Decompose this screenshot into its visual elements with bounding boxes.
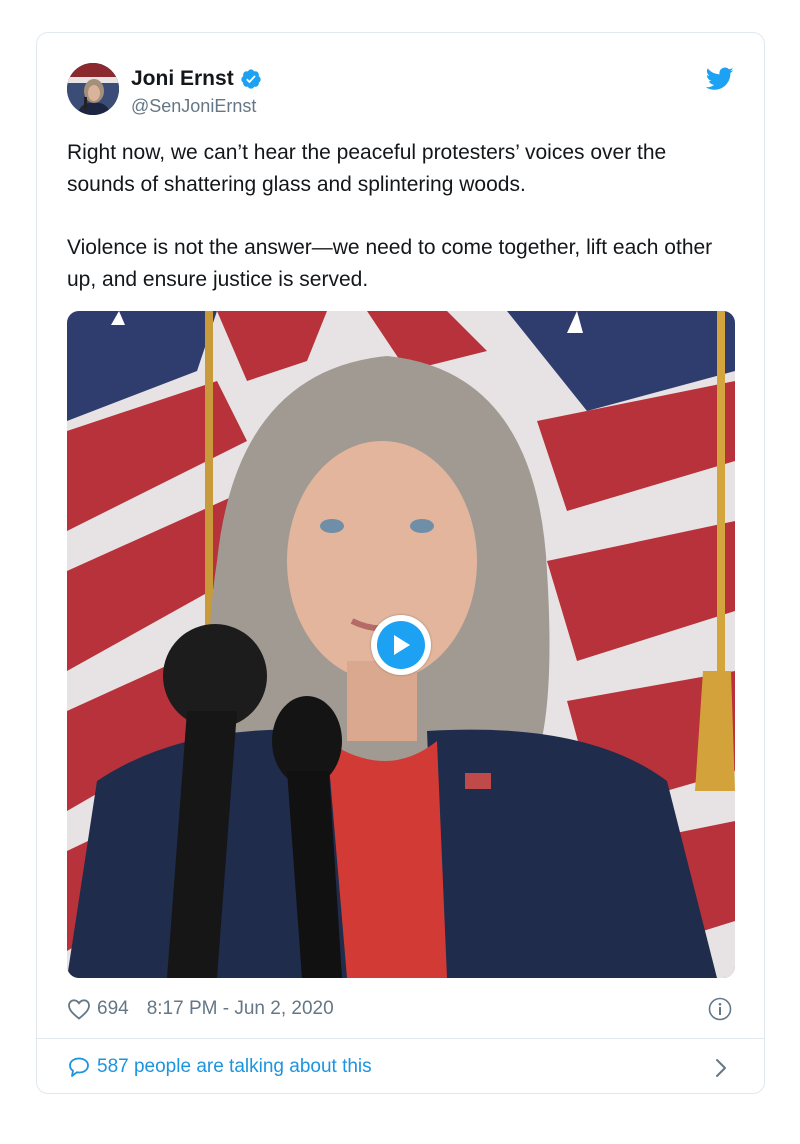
conversation-text[interactable]: 587 people are talking about this — [97, 1056, 372, 1078]
avatar[interactable] — [67, 63, 119, 115]
speech-bubble-icon — [69, 1057, 89, 1077]
tweet-paragraph: Violence is not the answer—we need to co… — [67, 236, 713, 291]
tweet-text: Right now, we can’t hear the peaceful pr… — [67, 137, 737, 327]
twitter-bird-icon[interactable] — [706, 67, 734, 91]
tweet-card: Joni Ernst @SenJoniErnst Right now, we c… — [36, 32, 765, 1094]
author-handle[interactable]: @SenJoniErnst — [131, 95, 262, 117]
heart-icon[interactable] — [67, 998, 91, 1020]
tweet-paragraph: Right now, we can’t hear the peaceful pr… — [67, 141, 667, 196]
conversation-link[interactable]: 587 people are talking about this — [67, 1053, 372, 1081]
verified-badge-icon — [241, 69, 261, 89]
author-name[interactable]: Joni Ernst — [131, 66, 234, 92]
divider — [37, 1038, 764, 1039]
play-icon — [394, 635, 410, 655]
play-button[interactable] — [371, 615, 431, 675]
like-count[interactable]: 694 — [97, 998, 129, 1020]
info-icon[interactable] — [708, 997, 732, 1021]
tweet-meta: 694 8:17 PM - Jun 2, 2020 — [67, 996, 334, 1022]
avatar-image — [67, 63, 119, 115]
tweet-timestamp[interactable]: 8:17 PM - Jun 2, 2020 — [147, 998, 334, 1020]
video-thumbnail[interactable] — [67, 311, 735, 978]
author-block: Joni Ernst @SenJoniErnst — [131, 66, 262, 117]
chevron-right-icon[interactable] — [714, 1057, 728, 1079]
